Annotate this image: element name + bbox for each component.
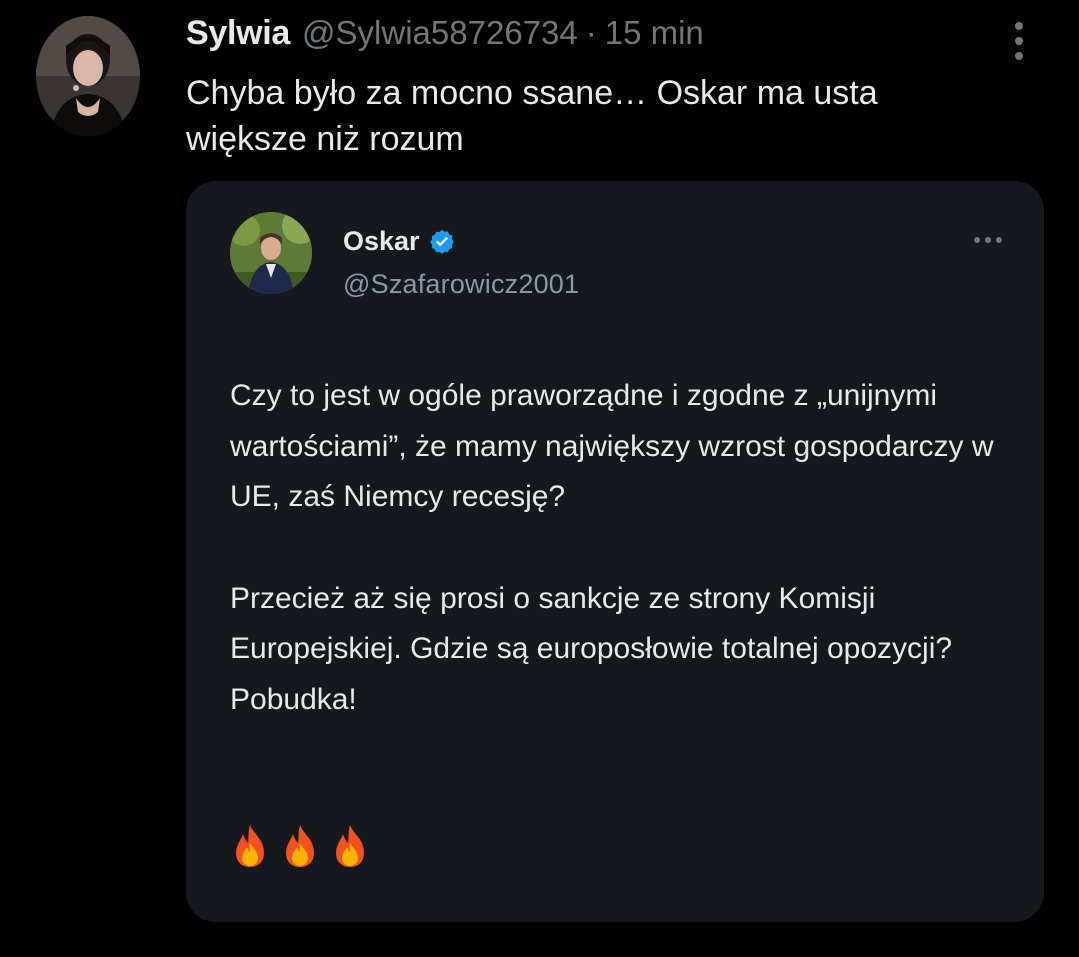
tweet-text: Chyba było za mocno ssane… Oskar ma usta… (186, 74, 878, 158)
author-handle[interactable]: @Sylwia58726734 (302, 14, 578, 52)
vertical-ellipsis-icon[interactable] (1004, 20, 1034, 62)
quoted-author-avatar[interactable] (230, 212, 312, 294)
tweet-header: Sylwia @Sylwia58726734 · 15 min (186, 14, 704, 53)
separator-dot: · (585, 14, 597, 51)
quoted-author-handle[interactable]: @Szafarowicz2001 (343, 269, 579, 300)
quoted-text: Czy to jest w ogóle praworządne i zgodne… (230, 371, 1010, 725)
tweet-timestamp[interactable]: 15 min (605, 14, 704, 52)
quoted-tweet[interactable]: Oskar @Szafarowicz2001 Czy to jest w ogó… (186, 181, 1044, 922)
quoted-paragraph: Czy to jest w ogóle praworządne i zgodne… (230, 379, 994, 513)
emoji-row (230, 823, 370, 869)
fire-icon (236, 825, 264, 867)
fire-icon (286, 825, 314, 867)
verified-badge-icon (429, 229, 454, 254)
tweet[interactable]: Sylwia @Sylwia58726734 · 15 min Chyba by… (0, 0, 1079, 957)
quoted-paragraph: Przecież aż się prosi o sankcje ze stron… (230, 581, 953, 716)
author-name[interactable]: Sylwia (186, 14, 290, 53)
quoted-author-name[interactable]: Oskar (343, 226, 420, 257)
author-avatar[interactable] (36, 16, 140, 136)
fire-icon (336, 825, 364, 867)
quoted-header: Oskar (343, 226, 456, 257)
horizontal-ellipsis-icon[interactable] (974, 237, 1002, 243)
